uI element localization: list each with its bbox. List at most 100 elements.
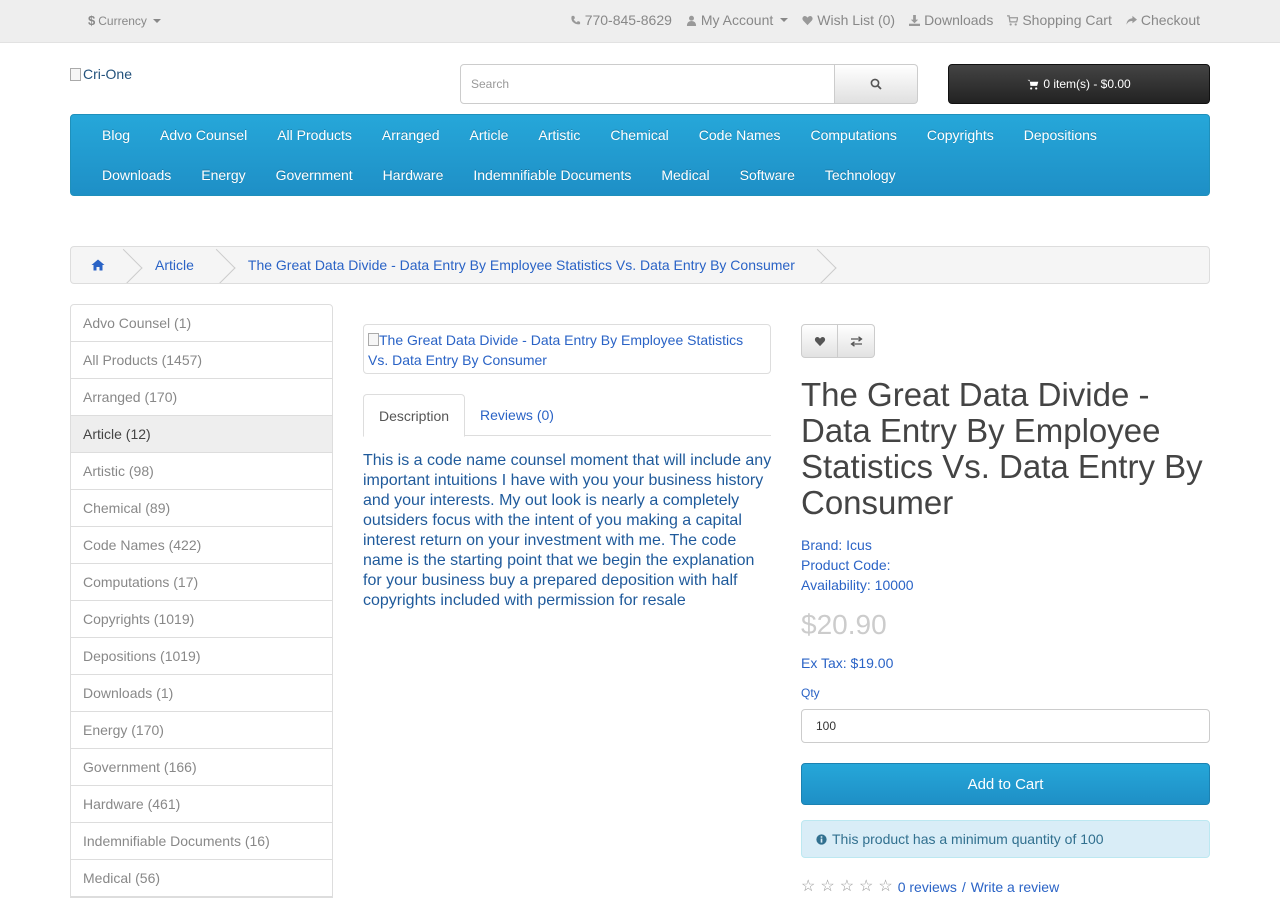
currency-label: Currency [98,13,147,28]
my-account-dropdown[interactable]: My Account [686,12,789,28]
share-icon [1126,15,1137,25]
wishlist-link[interactable]: Wish List (0) [802,12,895,28]
sidebar-category-item[interactable]: Article (12) [71,416,332,453]
star-empty-icon: ☆ [859,878,874,895]
product-title: The Great Data Divide - Data Entry By Em… [801,376,1203,521]
tab-description[interactable]: Description [363,394,466,437]
downloads-label: Downloads [924,12,994,28]
menu-item-chemical[interactable]: Chemical [595,127,683,143]
menu-row: Downloads Energy Government Hardware Ind… [87,155,1193,195]
phone-number: 770-845-8629 [584,12,672,28]
dollar-icon: $ [88,13,96,28]
add-to-cart-button[interactable]: Add to Cart [801,763,1210,805]
cart-summary-button[interactable]: 0 item(s) - $0.00 [948,64,1210,104]
search-bar [460,64,918,104]
sidebar-category-item[interactable]: Indemnifiable Documents (16) [71,823,332,860]
product-price: $20.90 [801,609,887,640]
menu-item-artistic[interactable]: Artistic [523,127,595,143]
sidebar-category-item[interactable]: Computations (17) [71,564,332,601]
menu-item-software[interactable]: Software [725,167,810,183]
breadcrumb-current-label: The Great Data Divide - Data Entry By Em… [247,257,795,273]
menu-item-medical[interactable]: Medical [646,167,724,183]
product-actions [801,324,875,358]
compare-button[interactable] [838,324,875,358]
sidebar-category-item[interactable]: Chemical (89) [71,490,332,527]
caret-down-icon [152,18,161,23]
menu-item-advo-counsel[interactable]: Advo Counsel [145,127,262,143]
shopping-cart-label: Shopping Cart [1022,12,1112,28]
store-logo[interactable]: Cri-One [70,66,132,82]
product-image[interactable]: The Great Data Divide - Data Entry By Em… [363,324,771,374]
download-icon [909,14,921,26]
menu-item-energy[interactable]: Energy [186,167,260,183]
currency-dropdown[interactable]: $ Currency [88,13,161,28]
qty-label: Qty [801,686,820,700]
product-code: Product Code: [801,557,891,573]
sidebar-category-item[interactable]: Artistic (98) [71,453,332,490]
sidebar-category-item[interactable]: Depositions (1019) [71,638,332,675]
heart-icon [802,15,813,25]
sidebar-category-item[interactable]: Downloads (1) [71,675,332,712]
menu-item-code-names[interactable]: Code Names [684,127,796,143]
sidebar-category-item[interactable]: Copyrights (1019) [71,601,332,638]
checkout-link[interactable]: Checkout [1126,12,1200,28]
rating-separator: / [961,879,966,895]
star-empty-icon: ☆ [878,878,893,895]
downloads-link[interactable]: Downloads [909,12,993,28]
menu-item-article[interactable]: Article [455,127,524,143]
search-input[interactable] [460,64,835,104]
product-rating: ☆ ☆ ☆ ☆ ☆ 0 reviews / Write a review [801,878,1059,896]
sidebar-category-item[interactable]: Energy (170) [71,712,332,749]
sidebar-category-item[interactable]: Medical (56) [71,860,332,897]
top-bar: $ Currency 770-845-8629 My Account Wish … [0,0,1280,43]
sidebar-category-item[interactable]: Code Names (422) [71,527,332,564]
breadcrumb-category-label: Article [155,257,194,273]
menu-item-blog[interactable]: Blog [87,127,145,143]
cart-icon [1027,79,1039,90]
sidebar-category-item[interactable]: Government (166) [71,749,332,786]
sidebar-category-item[interactable]: Hardware (461) [71,786,332,823]
add-to-wishlist-button[interactable] [801,324,838,358]
shopping-cart-link[interactable]: Shopping Cart [1007,12,1112,28]
menu-item-all-products[interactable]: All Products [262,127,367,143]
menu-item-indemnifiable-documents[interactable]: Indemnifiable Documents [458,167,646,183]
search-button[interactable] [835,64,918,104]
exchange-icon [849,335,863,347]
broken-image-icon [70,67,81,81]
product-tabs: Description Reviews (0) [363,394,771,437]
heart-icon [814,336,825,346]
min-quantity-alert: This product has a minimum quantity of 1… [801,820,1210,858]
phone-link[interactable]: 770-845-8629 [570,12,672,28]
logo-alt-text: Cri-One [83,66,133,82]
category-sidebar: Advo Counsel (1) All Products (1457) Arran… [70,304,333,898]
sidebar-category-item[interactable]: Advo Counsel (1) [71,305,332,342]
breadcrumb-home[interactable] [71,247,127,283]
menu-item-copyrights[interactable]: Copyrights [912,127,1009,143]
breadcrumb-current[interactable]: The Great Data Divide - Data Entry By Em… [220,247,821,283]
broken-image-icon [368,333,379,346]
reviews-count-link[interactable]: 0 reviews [898,879,957,895]
star-empty-icon: ☆ [839,878,855,895]
tab-reviews[interactable]: Reviews (0) [465,394,569,436]
product-info: Brand: Icus Product Code: Availability: … [801,535,914,595]
star-empty-icon: ☆ [820,878,835,895]
breadcrumb-category[interactable]: Article [127,247,220,283]
product-availability: Availability: 10000 [801,577,914,593]
checkout-label: Checkout [1140,12,1200,28]
menu-item-hardware[interactable]: Hardware [368,167,459,183]
write-review-link[interactable]: Write a review [971,879,1059,895]
menu-item-depositions[interactable]: Depositions [1009,127,1112,143]
caret-down-icon [780,18,789,22]
product-image-alt: The Great Data Divide - Data Entry By Em… [368,332,744,368]
menu-item-computations[interactable]: Computations [795,127,911,143]
menu-item-downloads[interactable]: Downloads [87,167,186,183]
menu-item-arranged[interactable]: Arranged [367,127,455,143]
sidebar-category-item[interactable]: All Products (1457) [71,342,332,379]
product-brand[interactable]: Brand: Icus [801,535,914,555]
user-icon [686,15,696,26]
qty-input[interactable] [801,709,1210,743]
menu-item-government[interactable]: Government [261,167,368,183]
main-menu: Blog Advo Counsel All Products Arranged … [70,114,1210,196]
sidebar-category-item[interactable]: Arranged (170) [71,379,332,416]
menu-item-technology[interactable]: Technology [810,167,911,183]
